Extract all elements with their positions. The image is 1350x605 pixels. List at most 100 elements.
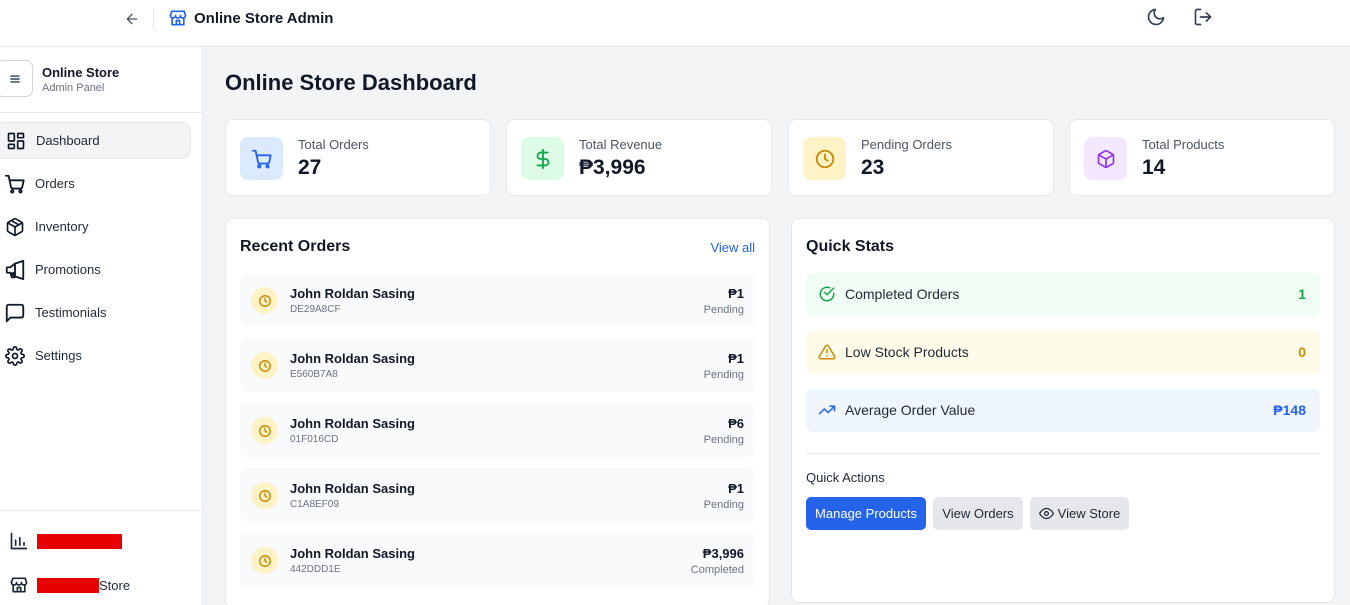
stat-label: Total Products (1142, 137, 1225, 152)
stat-card-total-orders: Total Orders 27 (225, 119, 491, 196)
sidebar-footer-store[interactable]: Store (8, 574, 130, 596)
clock-icon (251, 547, 278, 574)
view-all-link[interactable]: View all (710, 240, 755, 255)
trending-up-icon (817, 400, 837, 420)
view-orders-button[interactable]: View Orders (933, 497, 1023, 530)
message-icon (4, 302, 26, 324)
manage-products-button[interactable]: Manage Products (806, 497, 926, 530)
order-amount: ₱1 (728, 481, 744, 496)
recent-orders-title: Recent Orders (240, 238, 351, 255)
sidebar-footer-store-label: Store (99, 577, 131, 593)
sidebar-footer-divider (0, 510, 202, 511)
sidebar-item-promotions[interactable]: Promotions (0, 251, 202, 288)
sidebar-footer-analytics[interactable] (8, 530, 122, 552)
sidebar-item-dashboard[interactable]: Dashboard (0, 122, 191, 159)
redacted-label (37, 533, 122, 549)
sidebar-item-label: Orders (35, 176, 75, 191)
clock-icon (803, 137, 846, 180)
order-customer: John Roldan Sasing (290, 351, 415, 366)
order-amount: ₱1 (728, 286, 744, 301)
sidebar-brand: Online Store Admin Panel (42, 65, 119, 94)
table-row[interactable]: John Roldan Sasing DE29A8CF ₱1 Pending (240, 273, 755, 327)
sidebar-item-label: Dashboard (36, 133, 100, 148)
top-bar: Online Store Admin (0, 0, 1350, 47)
order-customer: John Roldan Sasing (290, 416, 415, 431)
order-customer: John Roldan Sasing (290, 481, 415, 496)
quick-actions-title: Quick Actions (806, 470, 885, 485)
order-status: Completed (690, 564, 744, 576)
sidebar-item-inventory[interactable]: Inventory (0, 208, 202, 245)
quick-stat-low-stock: Low Stock Products 0 (806, 331, 1320, 374)
sidebar-item-label: Settings (35, 348, 82, 363)
app-title: Online Store Admin (194, 10, 334, 27)
clock-icon (251, 417, 278, 444)
sidebar-item-orders[interactable]: Orders (0, 165, 202, 202)
back-button[interactable] (121, 8, 143, 30)
megaphone-icon (4, 259, 26, 281)
quick-stat-label: Average Order Value (845, 402, 976, 418)
menu-toggle-button[interactable] (0, 60, 33, 97)
order-status: Pending (703, 369, 744, 381)
stat-value: 23 (861, 156, 885, 179)
clock-icon (251, 352, 278, 379)
sidebar-item-label: Inventory (35, 219, 89, 234)
button-label: View Store (1057, 506, 1121, 521)
stat-label: Pending Orders (861, 137, 953, 152)
sidebar-divider (0, 112, 202, 113)
table-row[interactable]: John Roldan Sasing 01F016CD ₱6 Pending (240, 403, 755, 457)
table-row[interactable]: John Roldan Sasing 442DDD1E ₱3,996 Compl… (240, 533, 755, 587)
arrow-left-icon (126, 13, 138, 25)
stat-label: Total Orders (298, 137, 369, 152)
stat-card-pending-orders: Pending Orders 23 (788, 119, 1054, 196)
order-id: 01F016CD (290, 434, 339, 445)
warning-icon (817, 342, 837, 362)
button-label: Manage Products (815, 506, 917, 521)
order-id: C1A8EF09 (290, 499, 339, 510)
sidebar-item-label: Testimonials (35, 305, 107, 320)
sidebar-item-label: Promotions (35, 262, 101, 277)
order-status: Pending (703, 499, 744, 511)
order-amount: ₱1 (728, 351, 744, 366)
cart-icon (240, 137, 283, 180)
stat-label: Total Revenue (579, 137, 663, 152)
order-status: Pending (703, 434, 744, 446)
eye-icon (1038, 506, 1054, 521)
stat-value: ₱3,996 (579, 156, 646, 179)
table-row[interactable]: John Roldan Sasing C1A8EF09 ₱1 Pending (240, 468, 755, 522)
quick-stat-value: ₱148 (1273, 402, 1306, 418)
box-icon (4, 216, 26, 238)
order-id: 442DDD1E (290, 564, 341, 575)
gear-icon (4, 345, 26, 367)
quick-stat-label: Completed Orders (845, 286, 960, 302)
recent-orders-panel: Recent Orders View all John Roldan Sasin… (225, 218, 770, 605)
quick-stat-value: 1 (1298, 286, 1306, 302)
stat-value: 27 (298, 156, 322, 179)
stat-card-total-revenue: Total Revenue ₱3,996 (506, 119, 772, 196)
logout-button[interactable] (1193, 7, 1215, 29)
store-icon (8, 574, 30, 596)
stat-card-total-products: Total Products 14 (1069, 119, 1335, 196)
order-customer: John Roldan Sasing (290, 546, 415, 561)
quick-stat-average-order: Average Order Value ₱148 (806, 389, 1320, 432)
sidebar-nav: Dashboard Orders Inventory Promotions Te… (0, 122, 202, 380)
page-title: Online Store Dashboard (225, 70, 477, 95)
quick-stat-label: Low Stock Products (845, 344, 969, 360)
view-store-button[interactable]: View Store (1030, 497, 1129, 530)
logout-icon (1194, 8, 1212, 26)
box-icon (1084, 137, 1127, 180)
sidebar: Online Store Admin Panel Dashboard Order… (0, 47, 203, 605)
order-id: DE29A8CF (290, 304, 341, 315)
quick-actions-divider (806, 453, 1320, 454)
clock-icon (251, 482, 278, 509)
order-amount: ₱6 (728, 416, 744, 431)
menu-icon (9, 74, 20, 83)
theme-toggle-button[interactable] (1146, 7, 1168, 29)
sidebar-brand-subtitle: Admin Panel (42, 82, 105, 94)
table-row[interactable]: John Roldan Sasing E560B7A8 ₱1 Pending (240, 338, 755, 392)
bar-chart-icon (8, 530, 30, 552)
sidebar-brand-title: Online Store (42, 65, 120, 80)
sidebar-item-settings[interactable]: Settings (0, 337, 202, 374)
sidebar-item-testimonials[interactable]: Testimonials (0, 294, 202, 331)
order-status: Pending (703, 304, 744, 316)
order-amount: ₱3,996 (702, 546, 744, 561)
